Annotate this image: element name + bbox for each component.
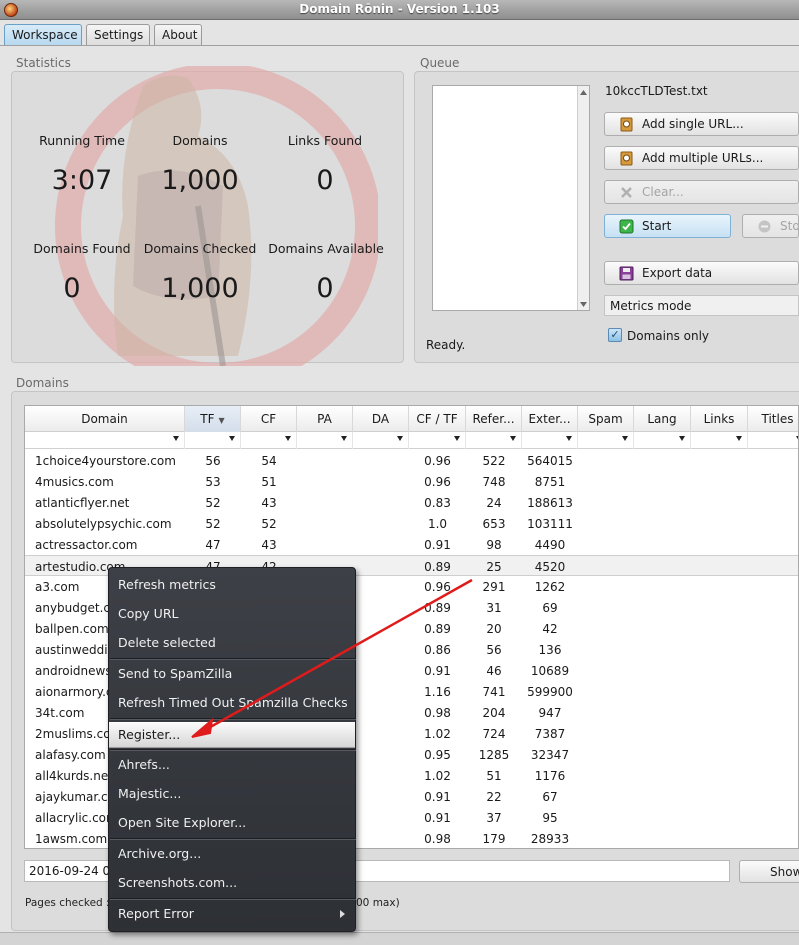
annotation-arrow xyxy=(191,578,473,738)
